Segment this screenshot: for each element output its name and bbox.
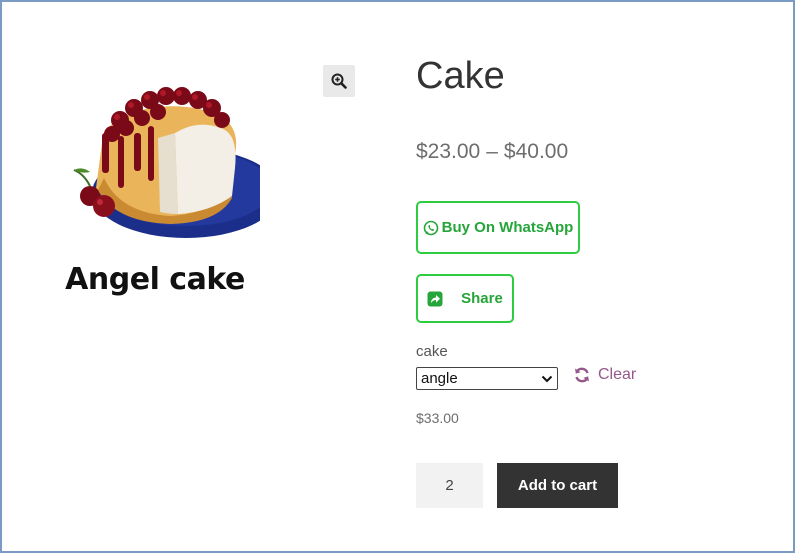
cake-variation-select[interactable]: angle [416,367,558,390]
quantity-input[interactable]: 2 [416,463,483,508]
selected-option: angle [421,370,458,387]
price-max: $40.00 [503,140,569,163]
whatsapp-label: Buy On WhatsApp [441,219,574,236]
share-label: Share [461,290,503,307]
whatsapp-icon [423,220,438,235]
clear-variation-link[interactable]: Clear [573,366,636,384]
product-title: Cake [416,55,505,97]
price-separator: – [486,140,498,163]
product-image[interactable] [60,78,280,248]
add-to-cart-button[interactable]: Add to cart [497,463,618,508]
price-range: $23.00– $40.00 [416,140,568,164]
image-zoom-button[interactable] [323,65,355,97]
clear-label: Clear [598,366,637,383]
image-caption: Angel cake [65,262,245,297]
buy-on-whatsapp-button[interactable]: Buy On WhatsApp [416,201,580,254]
share-icon [427,291,443,306]
chevron-down-icon [541,375,553,382]
variation-attribute-label: cake [416,343,448,360]
price-min: $23.00 [416,140,481,163]
zoom-in-icon [331,73,347,89]
share-button[interactable]: Share [416,274,514,323]
refresh-icon [575,367,589,383]
variation-price: $33.00 [416,410,459,426]
